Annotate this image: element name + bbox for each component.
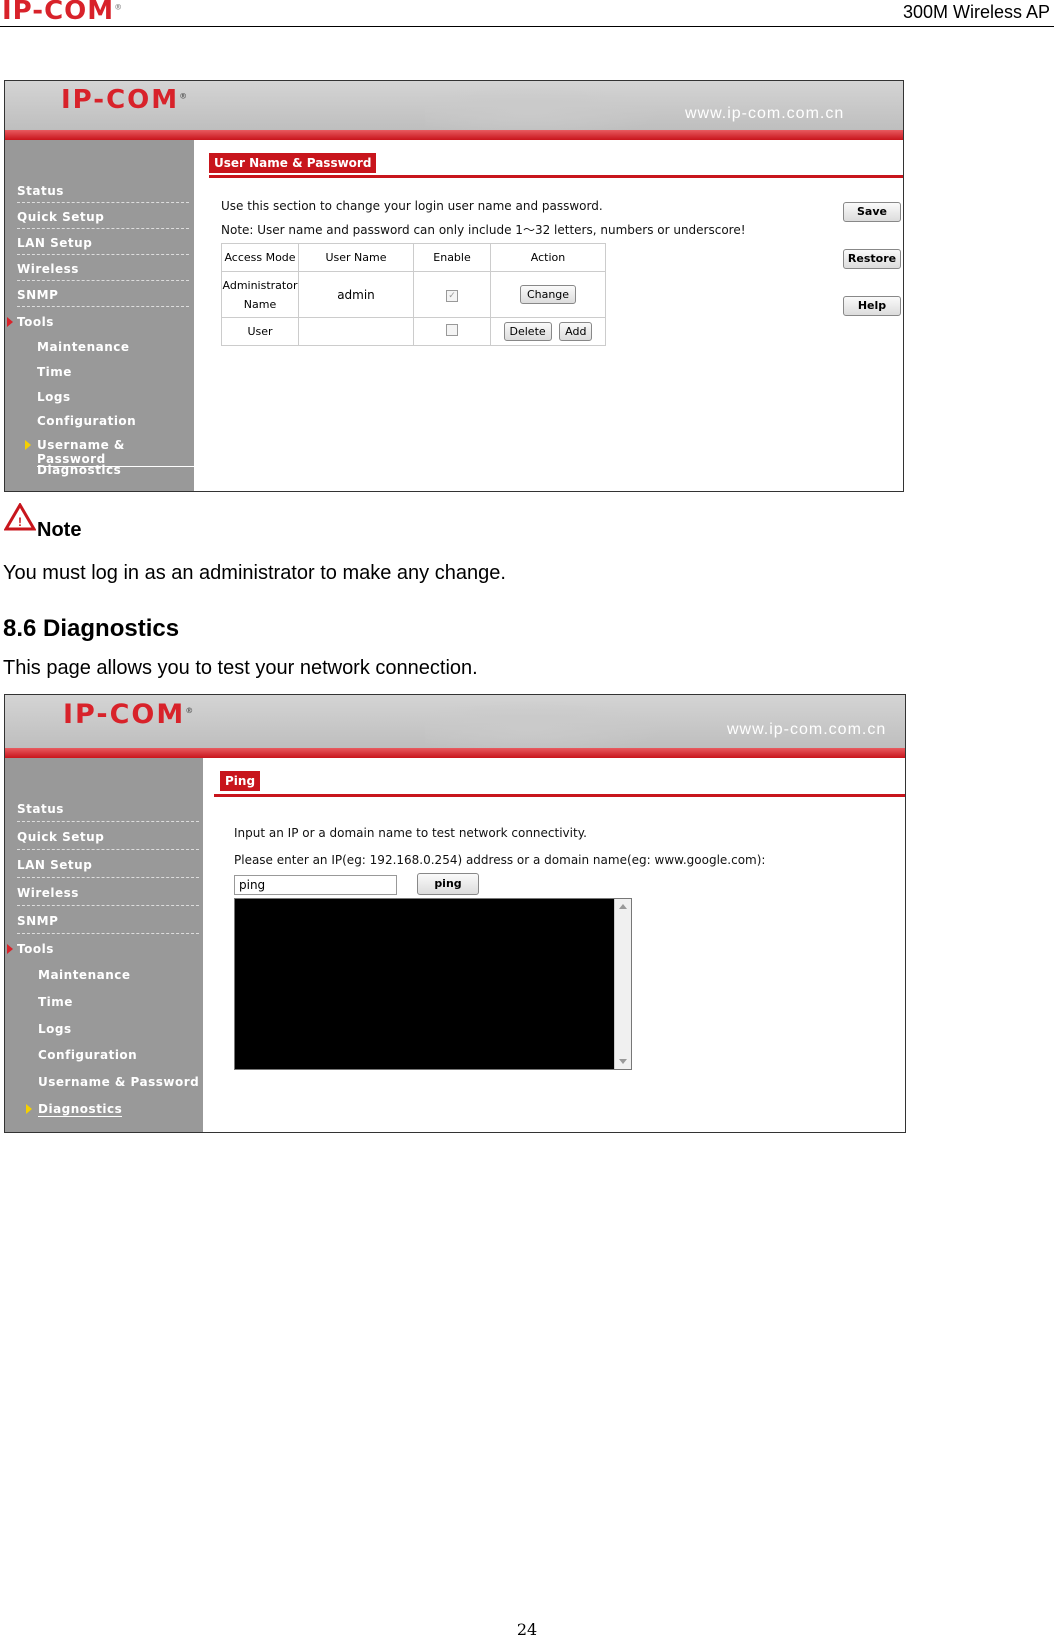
banner: IP-COM® www.ip-com.com.cn xyxy=(5,695,905,751)
screenshot-diagnostics: IP-COM® www.ip-com.com.cn Status Quick S… xyxy=(4,694,906,1133)
note-text: You must log in as an administrator to m… xyxy=(3,562,506,584)
prompt-text: Please enter an IP(eg: 192.168.0.254) ad… xyxy=(234,853,766,867)
document-title: 300M Wireless AP xyxy=(902,2,1050,22)
nav-time[interactable]: Time xyxy=(38,995,73,1009)
screenshot-username-password: IP-COM® www.ip-com.com.cn Status Quick S… xyxy=(4,80,904,492)
sidebar: Status Quick Setup LAN Setup Wireless SN… xyxy=(5,758,203,1132)
warning-icon: ! xyxy=(4,503,36,531)
access-mode-cell: User xyxy=(221,317,299,346)
table-row: Administrator Name admin ✓ Change xyxy=(221,271,606,318)
active-arrow-icon xyxy=(7,944,13,954)
table-row: User Delete Add xyxy=(221,317,606,346)
banner-logo: IP-COM® xyxy=(61,85,190,115)
delete-button[interactable]: Delete xyxy=(503,322,552,341)
nav-quick-setup[interactable]: Quick Setup xyxy=(17,830,199,850)
ping-output-console xyxy=(234,898,632,1070)
world-map-graphic xyxy=(425,695,685,751)
nav-snmp[interactable]: SNMP xyxy=(17,914,199,934)
intro-text: Input an IP or a domain name to test net… xyxy=(234,826,587,840)
col-enable: Enable xyxy=(413,243,491,272)
scroll-up-icon[interactable] xyxy=(619,904,627,909)
svg-text:!: ! xyxy=(18,515,22,529)
nav-tools[interactable]: Tools xyxy=(17,315,54,329)
ip-com-logo: IP-COM® xyxy=(2,0,124,26)
nav-diagnostics[interactable]: Diagnostics xyxy=(38,1102,123,1117)
nav-status[interactable]: Status xyxy=(17,802,199,822)
restore-button[interactable]: Restore xyxy=(843,249,901,269)
username-cell xyxy=(298,317,414,346)
change-button[interactable]: Change xyxy=(519,285,577,304)
section-text: This page allows you to test your networ… xyxy=(3,657,478,679)
banner-logo: IP-COM® xyxy=(63,699,196,730)
note-label: Note xyxy=(37,519,82,541)
enable-checkbox-checked[interactable]: ✓ xyxy=(446,289,458,302)
console-scrollbar[interactable] xyxy=(614,899,631,1069)
col-action: Action xyxy=(490,243,606,272)
action-cell: Change xyxy=(490,271,606,318)
user-table: Access Mode User Name Enable Action Admi… xyxy=(221,243,606,346)
active-arrow-icon xyxy=(7,317,13,327)
nav-lan-setup[interactable]: LAN Setup xyxy=(17,236,189,255)
ping-target-input[interactable]: ping xyxy=(234,875,397,895)
page-header: IP-COM® 300M Wireless AP xyxy=(0,0,1054,27)
intro-text: Use this section to change your login us… xyxy=(221,199,603,213)
banner-url: www.ip-com.com.cn xyxy=(685,105,845,122)
nav-maintenance[interactable]: Maintenance xyxy=(38,968,131,982)
enable-checkbox[interactable] xyxy=(446,324,458,336)
nav-time[interactable]: Time xyxy=(37,365,72,379)
sidebar: Status Quick Setup LAN Setup Wireless SN… xyxy=(5,140,194,491)
banner: IP-COM® www.ip-com.com.cn xyxy=(5,81,903,133)
nav-username-password[interactable]: Username & Password xyxy=(38,1075,199,1089)
banner-red-bar xyxy=(5,130,903,140)
action-cell: Delete Add xyxy=(490,317,606,346)
nav-configuration[interactable]: Configuration xyxy=(38,1048,137,1062)
world-map-graphic xyxy=(425,81,685,133)
enable-cell xyxy=(413,317,491,346)
nav-diagnostics[interactable]: Diagnostics xyxy=(37,463,121,477)
nav-maintenance[interactable]: Maintenance xyxy=(37,340,130,354)
note-text: Note: User name and password can only in… xyxy=(221,223,746,237)
banner-url: www.ip-com.com.cn xyxy=(727,721,887,738)
ping-button[interactable]: ping xyxy=(417,873,479,895)
tab-underline xyxy=(209,175,903,178)
banner-red-bar xyxy=(5,748,905,758)
nav-snmp[interactable]: SNMP xyxy=(17,288,189,307)
nav-quick-setup[interactable]: Quick Setup xyxy=(17,210,189,229)
tab-underline xyxy=(214,794,905,797)
nav-logs[interactable]: Logs xyxy=(38,1022,72,1036)
scroll-down-icon[interactable] xyxy=(619,1059,627,1064)
selected-arrow-icon xyxy=(25,440,31,450)
col-user-name: User Name xyxy=(298,243,414,272)
nav-status[interactable]: Status xyxy=(17,184,189,203)
save-button[interactable]: Save xyxy=(843,202,901,222)
page-number: 24 xyxy=(516,1620,538,1639)
col-access-mode: Access Mode xyxy=(221,243,299,272)
help-button[interactable]: Help xyxy=(843,296,901,316)
nav-lan-setup[interactable]: LAN Setup xyxy=(17,858,199,878)
selected-arrow-icon xyxy=(26,1104,32,1114)
nav-wireless[interactable]: Wireless xyxy=(17,886,199,906)
nav-configuration[interactable]: Configuration xyxy=(37,414,136,428)
nav-wireless[interactable]: Wireless xyxy=(17,262,189,281)
access-mode-cell: Administrator Name xyxy=(221,271,299,318)
nav-tools[interactable]: Tools xyxy=(17,942,54,956)
enable-cell: ✓ xyxy=(413,271,491,318)
tab-ping[interactable]: Ping xyxy=(220,771,261,791)
add-button[interactable]: Add xyxy=(559,322,593,341)
nav-logs[interactable]: Logs xyxy=(37,390,71,404)
tab-username-password[interactable]: User Name & Password xyxy=(209,153,377,173)
section-heading: 8.6 Diagnostics xyxy=(3,615,180,642)
username-cell: admin xyxy=(298,271,414,318)
